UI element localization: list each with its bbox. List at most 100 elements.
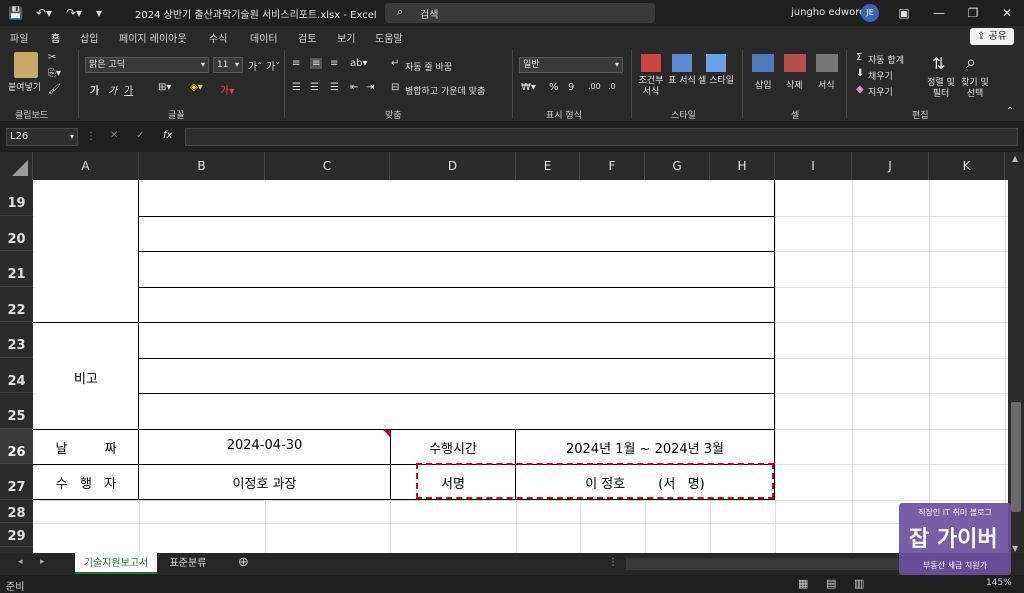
column-header-g[interactable]: G	[645, 152, 710, 180]
row-header-29[interactable]: 29	[0, 523, 33, 547]
delete-cells-button[interactable]: 삭제	[786, 78, 803, 91]
undo-icon[interactable]: ↶▾	[36, 4, 52, 22]
add-sheet-icon[interactable]: ⊕	[238, 555, 249, 570]
delete-cells-icon[interactable]	[784, 54, 806, 72]
column-header-e[interactable]: E	[516, 152, 580, 180]
page-layout-view-icon[interactable]: ▤	[826, 577, 836, 590]
row-header-25[interactable]: 25	[0, 393, 33, 429]
column-header-d[interactable]: D	[390, 152, 516, 180]
row-header-20[interactable]: 20	[0, 216, 33, 251]
fill-color-icon[interactable]: ◈▾	[190, 82, 203, 93]
column-header-j[interactable]: J	[852, 152, 929, 180]
tab-review[interactable]: 검토	[298, 30, 316, 45]
cancel-icon[interactable]: ✕	[110, 130, 118, 141]
column-header-b[interactable]: B	[139, 152, 265, 180]
autosum-icon[interactable]: Σ	[856, 52, 862, 63]
borders-icon[interactable]: ⊞▾	[158, 82, 171, 93]
scrollbar-thumb[interactable]	[1011, 402, 1021, 512]
tab-help[interactable]: 도움말	[375, 30, 403, 45]
format-cells-button[interactable]: 서식	[818, 78, 835, 91]
row-header-22[interactable]: 22	[0, 287, 33, 322]
eraser-icon[interactable]: ◆	[856, 84, 864, 95]
sheet-tab-tech-report[interactable]: 기술지원보고서	[75, 553, 157, 574]
customize-qat-icon[interactable]: ▾	[96, 4, 102, 22]
number-format-select[interactable]: 일반 ▾	[519, 57, 623, 73]
insert-cells-icon[interactable]	[752, 54, 774, 72]
align-center-icon[interactable]: ☰	[310, 82, 319, 93]
select-all-button[interactable]	[0, 152, 33, 180]
comma-icon[interactable]: 9	[568, 82, 574, 93]
zoom-level[interactable]: 145%	[986, 578, 1012, 588]
row-header-28[interactable]: 28	[0, 500, 33, 523]
align-middle-icon[interactable]: ≡	[310, 58, 323, 69]
format-as-table-button[interactable]: 표 서식	[668, 76, 696, 87]
paste-label[interactable]: 붙여넣기	[8, 80, 41, 93]
cell-styles-button[interactable]: 셀 스타일	[698, 76, 734, 87]
fill-button[interactable]: 채우기	[868, 69, 893, 82]
font-color-icon[interactable]: 가▾	[220, 82, 234, 97]
align-left-icon[interactable]: ☰	[292, 82, 301, 93]
align-top-icon[interactable]: ≡	[292, 58, 300, 69]
font-name-select[interactable]: 맑은 고딕 ▾	[85, 57, 209, 73]
column-header-c[interactable]: C	[265, 152, 390, 180]
row-header-26[interactable]: 26	[0, 429, 33, 464]
column-header-a[interactable]: A	[33, 152, 139, 180]
cell-a26-date-label[interactable]: 날 짜	[34, 438, 138, 457]
ribbon-display-icon[interactable]: ▣	[893, 3, 915, 23]
tab-data[interactable]: 데이터	[250, 30, 278, 45]
conditional-format-icon[interactable]	[641, 54, 661, 72]
sheet-tab-standard-class[interactable]: 표준분류	[160, 553, 216, 574]
close-icon[interactable]: ✕	[996, 3, 1018, 23]
share-button[interactable]: ⇪ 공유	[970, 28, 1014, 45]
more-options-icon[interactable]: ⋮	[608, 557, 618, 568]
decrease-decimal-icon[interactable]: .0	[608, 82, 616, 91]
normal-view-icon[interactable]: ▦	[798, 577, 808, 590]
autosum-button[interactable]: 자동 합계	[868, 53, 904, 66]
page-break-view-icon[interactable]: ▥	[854, 577, 864, 590]
fill-icon[interactable]: ⬇	[856, 68, 864, 79]
worksheet-grid[interactable]: A B C D E F G H I J K 19 20 21 22 23 24 …	[0, 152, 1008, 553]
cell-b27-performer-value[interactable]: 이정호 과장	[139, 473, 390, 492]
font-size-select[interactable]: 11 ▾	[213, 57, 243, 73]
formula-input[interactable]	[185, 128, 1018, 146]
column-header-h[interactable]: H	[710, 152, 775, 180]
cell-d26-time-label[interactable]: 수행시간	[391, 438, 515, 457]
tab-formulas[interactable]: 수식	[209, 30, 227, 45]
orientation-icon[interactable]: ab▾	[350, 58, 368, 69]
search-box[interactable]: ⌕ 검색	[385, 3, 655, 23]
tab-page-layout[interactable]: 페이지 레이아웃	[119, 30, 187, 45]
cell-a23-remarks[interactable]: 비고	[34, 368, 138, 387]
format-as-table-icon[interactable]	[672, 54, 692, 72]
merge-icon[interactable]: ⊟	[391, 82, 399, 93]
conditional-format-button[interactable]: 조건부 서식	[636, 76, 666, 98]
row-header-27[interactable]: 27	[0, 464, 33, 500]
find-icon[interactable]: ⌕	[966, 52, 976, 73]
wrap-text-button[interactable]: 자동 줄 바꿈	[405, 60, 452, 73]
underline-button[interactable]: 가	[124, 82, 133, 97]
bold-button[interactable]: 가	[90, 82, 99, 97]
tab-insert[interactable]: 삽입	[80, 30, 98, 45]
increase-indent-icon[interactable]: ⇥	[366, 82, 374, 93]
wrap-text-icon[interactable]: ↵	[391, 58, 399, 69]
row-header-24[interactable]: 24	[0, 358, 33, 393]
format-cells-icon[interactable]	[816, 54, 838, 72]
percent-icon[interactable]: %	[549, 82, 559, 93]
paste-icon[interactable]	[14, 52, 38, 78]
more-options-icon[interactable]: ⋮	[86, 131, 96, 142]
enter-icon[interactable]: ✓	[136, 130, 144, 141]
user-name[interactable]: jungho edword	[791, 7, 866, 18]
sort-filter-button[interactable]: 정렬 및 필터	[924, 78, 958, 100]
save-icon[interactable]: 💾	[8, 4, 23, 22]
shrink-font-icon[interactable]: 가ˇ	[266, 58, 280, 73]
cell-e26-time-value[interactable]: 2024년 1월 ~ 2024년 3월	[516, 438, 774, 457]
vertical-scrollbar[interactable]: ▲ ▼	[1008, 152, 1024, 557]
copy-icon[interactable]: ⎘▾	[48, 68, 61, 79]
format-painter-icon[interactable]: 🖌	[48, 84, 61, 95]
clear-button[interactable]: 지우기	[868, 85, 893, 98]
avatar[interactable]: JE	[861, 4, 879, 22]
tab-file[interactable]: 파일	[10, 30, 28, 45]
align-bottom-icon[interactable]: ≡	[330, 58, 338, 69]
increase-decimal-icon[interactable]: .00	[588, 82, 601, 91]
cut-icon[interactable]: ✂	[48, 52, 56, 63]
restore-icon[interactable]: ❐	[962, 3, 984, 23]
